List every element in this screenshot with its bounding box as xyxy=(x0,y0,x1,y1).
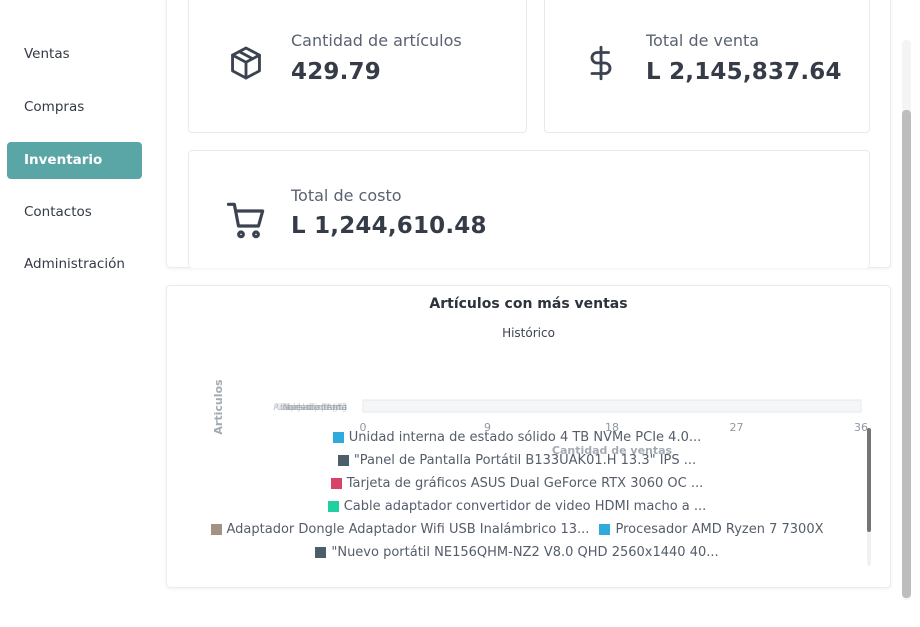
legend-row: "Panel de Pantalla Portátil B133UAK01.H … xyxy=(167,453,867,468)
stat-value-cost: L 1,244,610.48 xyxy=(291,213,487,239)
stat-value-sales: L 2,145,837.64 xyxy=(646,59,842,85)
stat-label-quantity: Cantidad de artículos xyxy=(291,31,462,50)
legend-item[interactable]: Adaptador Dongle Adaptador Wifi USB Inal… xyxy=(210,522,590,537)
legend-swatch xyxy=(327,501,339,512)
legend-label: "Nuevo portátil NE156QHM-NZ2 V8.0 QHD 25… xyxy=(331,545,719,560)
y-axis-title: Articulos xyxy=(212,379,225,435)
sidebar-item-compras[interactable]: Compras xyxy=(7,89,142,126)
legend-label: Procesador AMD Ryzen 7 7300X xyxy=(615,522,824,537)
legend-swatch xyxy=(332,432,344,443)
page-scroll-thumb[interactable] xyxy=(902,110,911,598)
legend-label: "Panel de Pantalla Portátil B133UAK01.H … xyxy=(353,453,697,468)
legend-label: Cable adaptador convertidor de video HDM… xyxy=(343,499,707,514)
plot-area xyxy=(362,399,862,413)
legend-row: Adaptador Dongle Adaptador Wifi USB Inal… xyxy=(167,522,867,537)
legend-scrollbar[interactable] xyxy=(867,428,871,566)
legend-swatch xyxy=(315,547,327,558)
legend-label: Adaptador Dongle Adaptador Wifi USB Inal… xyxy=(226,522,590,537)
legend-swatch xyxy=(599,524,611,535)
stat-label-cost: Total de costo xyxy=(291,186,402,205)
stat-label-sales: Total de venta xyxy=(646,31,760,50)
sidebar: Ventas Compras Inventario Contactos Admi… xyxy=(0,0,150,627)
legend-item[interactable]: "Panel de Pantalla Portátil B133UAK01.H … xyxy=(337,453,697,468)
legend-item[interactable]: Tarjeta de gráficos ASUS Dual GeForce RT… xyxy=(330,476,704,491)
chart-title: Artículos con más ventas xyxy=(429,296,628,312)
box-icon xyxy=(227,43,265,87)
cart-icon xyxy=(225,201,267,245)
legend-swatch xyxy=(330,478,342,489)
sidebar-item-ventas[interactable]: Ventas xyxy=(7,36,142,73)
stat-card-quantity: Cantidad de artículos 429.79 xyxy=(188,0,527,133)
legend-row: Cable adaptador convertidor de video HDM… xyxy=(167,499,867,514)
dollar-icon xyxy=(583,41,619,89)
legend-row: Tarjeta de gráficos ASUS Dual GeForce RT… xyxy=(167,476,867,491)
stats-panel: Cantidad de artículos 429.79 Total de ve… xyxy=(166,0,891,268)
legend-item[interactable]: Procesador AMD Ryzen 7 7300X xyxy=(599,522,824,537)
chart-panel: Artículos con más ventas Histórico Unida… xyxy=(166,285,891,588)
page-scrollbar[interactable] xyxy=(902,40,911,600)
legend-swatch xyxy=(337,455,349,466)
legend-row: Unidad interna de estado sólido 4 TB NVM… xyxy=(167,430,867,445)
sidebar-item-contactos[interactable]: Contactos xyxy=(7,194,142,231)
stat-card-cost: Total de costo L 1,244,610.48 xyxy=(188,150,870,268)
legend-item[interactable]: Cable adaptador convertidor de video HDM… xyxy=(327,499,707,514)
legend-label: Tarjeta de gráficos ASUS Dual GeForce RT… xyxy=(346,476,704,491)
stat-card-sales: Total de venta L 2,145,837.64 xyxy=(544,0,870,133)
sidebar-item-administracion[interactable]: Administración xyxy=(7,246,142,283)
stat-value-quantity: 429.79 xyxy=(291,59,381,85)
legend-row: "Nuevo portátil NE156QHM-NZ2 V8.0 QHD 25… xyxy=(167,545,867,560)
main-content: Cantidad de artículos 429.79 Total de ve… xyxy=(150,0,900,627)
legend-item[interactable]: Unidad interna de estado sólido 4 TB NVM… xyxy=(332,430,702,445)
sidebar-item-inventario[interactable]: Inventario xyxy=(7,142,142,179)
legend-label: Unidad interna de estado sólido 4 TB NVM… xyxy=(348,430,702,445)
category-label: Nuevo portátil xyxy=(283,403,347,413)
legend-swatch xyxy=(210,524,222,535)
legend-item[interactable]: "Nuevo portátil NE156QHM-NZ2 V8.0 QHD 25… xyxy=(315,545,719,560)
legend-scroll-thumb[interactable] xyxy=(867,428,871,532)
